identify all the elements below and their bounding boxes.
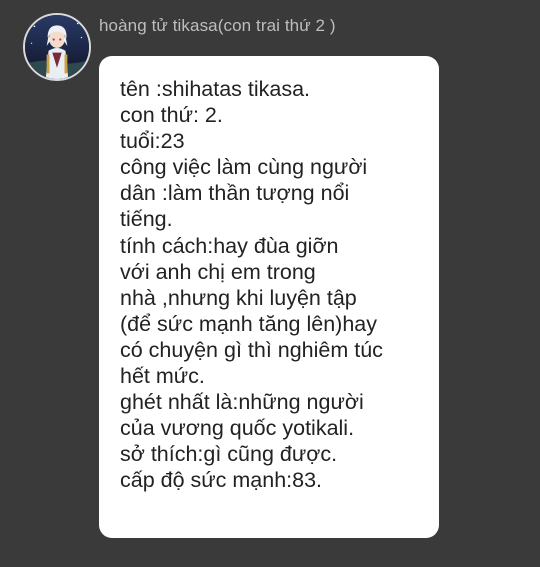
message-line: công việc làm cùng người xyxy=(120,155,368,180)
message-line: nhà ,nhưng khi luyện tập xyxy=(120,285,357,310)
message-bubble: tên :shihatas tikasa. con thứ: 2. tuổi:2… xyxy=(99,56,439,538)
message-line: (để sức mạnh tăng lên)hay xyxy=(120,311,378,336)
message-line: ghét nhất là:những người xyxy=(120,390,364,415)
message-line: có chuyện gì thì nghiêm túc xyxy=(120,337,383,362)
message-line: tuổi:23 xyxy=(120,129,185,154)
message-line: sở thích:gì cũng được. xyxy=(120,442,338,467)
avatar[interactable] xyxy=(23,13,91,81)
message-line: cấp độ sức mạnh:83. xyxy=(120,468,323,493)
message-line: hết mức. xyxy=(120,364,205,389)
message-line: với anh chị em trong xyxy=(120,259,316,284)
sender-name[interactable]: hoàng tử tikasa(con trai thứ 2 ) xyxy=(99,16,336,36)
message-line: của vương quốc yotikali. xyxy=(120,416,355,441)
message-line: tên :shihatas tikasa. xyxy=(120,77,311,101)
message-line: dân :làm thần tượng nổi xyxy=(120,181,350,206)
character-portrait-icon xyxy=(25,15,89,79)
message-line: con thứ: 2. xyxy=(120,103,223,128)
message-line: tiếng. xyxy=(120,207,173,232)
message-line: tính cách:hay đùa giỡn xyxy=(120,233,339,258)
chat-message: hoàng tử tikasa(con trai thứ 2 ) tên :sh… xyxy=(0,0,540,567)
